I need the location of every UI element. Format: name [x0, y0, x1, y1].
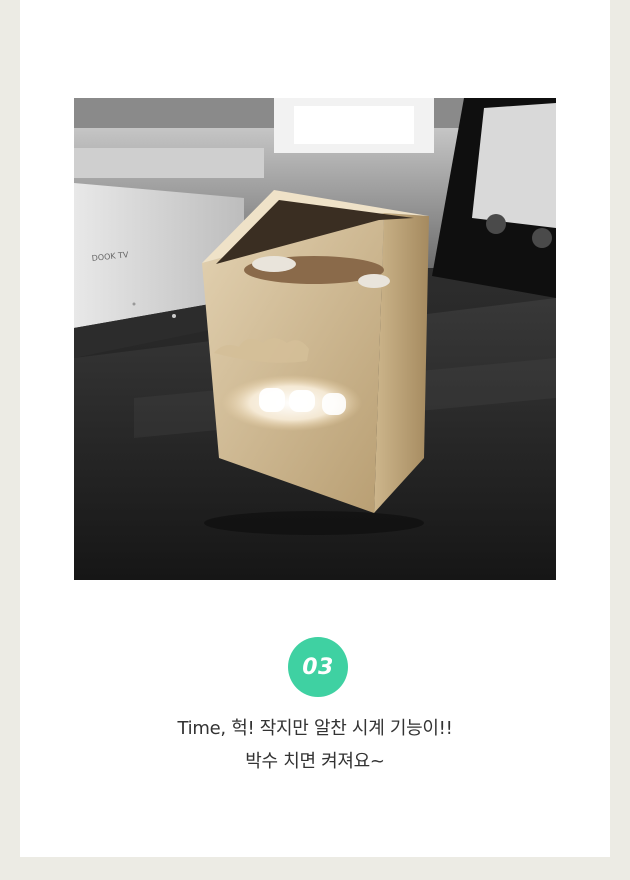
step-badge: 03	[288, 637, 348, 697]
caption: Time, 헉! 작지만 알찬 시계 기능이!! 박수 치면 켜져요~	[20, 712, 610, 778]
caption-line-2: 박수 치면 켜져요~	[245, 751, 385, 772]
content-card: DOOK TV 03 Time, 헉! 작지만 알찬 시계 기능이!! 박수 치…	[20, 0, 610, 857]
step-number: 03	[302, 654, 334, 680]
product-photo: DOOK TV	[74, 98, 556, 580]
caption-line-1: Time, 헉! 작지만 알찬 시계 기능이!!	[177, 718, 453, 739]
